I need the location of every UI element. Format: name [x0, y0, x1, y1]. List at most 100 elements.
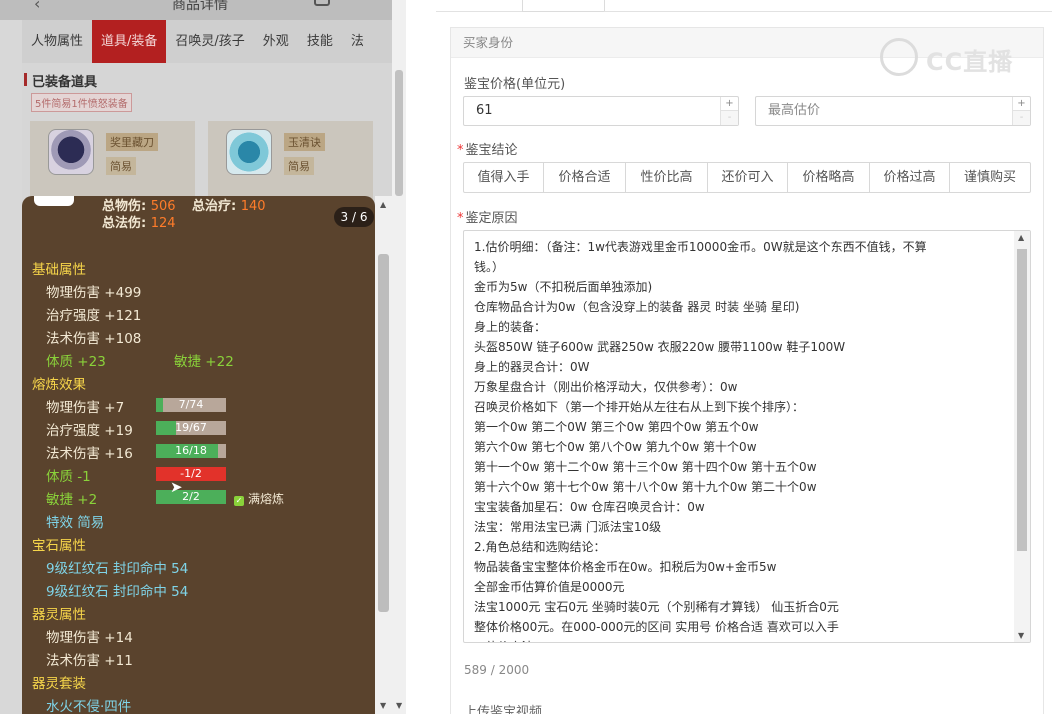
appraisal-form: 买家身份 鉴宝价格(单位元) 61 + - 最高估价 + - * 鉴宝结论 值得入…	[450, 27, 1044, 714]
necklace-icon	[226, 129, 272, 175]
refine-progress: 7/74	[156, 398, 226, 412]
equipment-tooltip: 总物伤: 506 总治疗: 140 总法伤: 124 3 / 6 基础属性 物理…	[22, 196, 375, 714]
page-indicator: 3 / 6	[334, 207, 374, 227]
tooltip-scrollbar[interactable]: ▲ ▼	[375, 196, 392, 714]
char-counter: 589 / 2000	[464, 663, 530, 677]
detail-title: 商品详情	[172, 0, 228, 13]
detail-header: ‹ 商品详情	[0, 0, 392, 20]
helmet-icon	[48, 129, 94, 175]
reason-line: 第一个0w 第二个0W 第三个0w 第四个0w 第五个0w	[474, 420, 759, 434]
equipment-card[interactable]: 玉清诀 简易	[208, 121, 373, 201]
refine-attr: 敏捷 +2	[46, 492, 98, 508]
chevron-left-icon[interactable]: ‹	[34, 0, 40, 13]
refine-attr: 法术伤害 +16	[46, 446, 133, 462]
tab-0[interactable]: 人物属性	[22, 20, 92, 63]
reason-line: 宝宝装备加星石：0w 仓库召唤灵合计：0w	[474, 500, 705, 514]
tab-3[interactable]: 外观	[254, 20, 298, 63]
scroll-down-icon[interactable]: ▼	[1018, 631, 1024, 640]
textarea-scrollbar[interactable]: ▲ ▼	[1014, 231, 1030, 642]
conclusion-option[interactable]: 价格过高	[870, 163, 950, 192]
equipment-grade: 简易	[284, 157, 314, 175]
price-value: 61	[476, 103, 493, 118]
refine-title: 熔炼效果	[32, 377, 86, 393]
base-attr: 法术伤害 +108	[46, 331, 142, 347]
watermark: CC直播	[880, 38, 1022, 76]
mouse-cursor-icon: ➤	[170, 478, 183, 496]
tab-active[interactable]	[522, 0, 605, 12]
reason-line: 召唤灵价格如下（第一个排开始从左往右从上到下挨个排序）：	[474, 400, 805, 414]
reason-line: 法宝：常用法宝已满 门派法宝10级	[474, 520, 662, 534]
increment-icon[interactable]: +	[1013, 97, 1030, 111]
tab-4[interactable]: 技能	[298, 20, 342, 63]
base-attr-constitution: 体质 +23	[46, 354, 106, 370]
conclusion-option[interactable]: 性价比高	[626, 163, 708, 192]
conclusion-option[interactable]: 值得入手	[464, 163, 544, 192]
tab-2[interactable]: 召唤灵/孩子	[166, 20, 253, 63]
decrement-icon[interactable]: -	[721, 111, 738, 125]
conclusion-option[interactable]: 价格略高	[788, 163, 870, 192]
page-scrollbar[interactable]: ▼	[392, 0, 406, 714]
base-attr-title: 基础属性	[32, 262, 86, 278]
equipment-name: 玉清诀	[284, 133, 325, 151]
refine-progress: -1/2	[156, 467, 226, 481]
decrement-icon[interactable]: -	[1013, 111, 1030, 125]
reason-textarea[interactable]: 1.估价明细：（备注：1w代表游戏里金币10000金币。0W就是这个东西不值钱，…	[463, 230, 1031, 643]
equipment-grade: 简易	[106, 157, 136, 175]
reason-line: 头盔850W 链子600w 武器250w 衣服220w 腰带1100w 鞋子10…	[474, 340, 846, 354]
reason-line: 身上的器灵合计：0W	[474, 360, 590, 374]
equipment-card[interactable]: 奖里藏刀 简易	[30, 121, 195, 201]
spirit-title: 器灵属性	[32, 607, 86, 623]
special-effect: 特效 简易	[46, 515, 105, 531]
scrollbar-thumb[interactable]	[395, 70, 403, 196]
spirit-set-value: 水火不侵·四件	[46, 699, 132, 714]
scroll-down-icon[interactable]: ▼	[380, 701, 386, 710]
reason-line: 物品装备宝宝整体价格金币在0w。扣税后为0w+金币5w	[474, 560, 777, 574]
reason-label: * 鉴定原因	[457, 211, 518, 226]
upload-video-label: 上传鉴宝视频	[464, 705, 543, 714]
scroll-up-icon[interactable]: ▲	[380, 200, 386, 209]
reason-line: 整体价格00元。在000-000元的区间 实用号 价格合适 喜欢可以入手	[474, 620, 839, 634]
price-stepper[interactable]: + -	[720, 97, 738, 125]
share-icon[interactable]	[314, 0, 330, 6]
watermark-logo-icon	[880, 38, 918, 76]
scroll-down-icon[interactable]: ▼	[396, 701, 402, 710]
conclusion-option[interactable]: 谨慎购买	[950, 163, 1030, 192]
conclusion-label: * 鉴宝结论	[457, 143, 518, 158]
tab-1[interactable]: 道具/装备	[92, 20, 167, 63]
spirit-attr: 法术伤害 +11	[46, 653, 133, 669]
tab-5[interactable]: 法	[342, 20, 373, 63]
equipment-name: 奖里藏刀	[106, 133, 158, 151]
conclusion-option[interactable]: 价格合适	[544, 163, 626, 192]
reason-line: 全部金币估算价值是0000元	[474, 580, 625, 594]
refine-progress: 19/67	[156, 421, 226, 435]
refine-progress: 2/2	[156, 490, 226, 504]
appraisal-panel: 买家身份 鉴宝价格(单位元) 61 + - 最高估价 + - * 鉴宝结论 值得入…	[436, 0, 1052, 714]
refine-attr: 治疗强度 +19	[46, 423, 133, 439]
full-refine-flag: ✓ 满熔炼	[234, 492, 285, 506]
reason-line: 第六个0w 第七个0w 第八个0w 第九个0w 第十个0w	[474, 440, 757, 454]
scrollbar-thumb[interactable]	[1017, 249, 1027, 551]
conclusion-options: 值得入手 价格合适 性价比高 还价可入 价格略高 价格过高 谨慎购买	[463, 162, 1031, 193]
reason-line: 3.估价方法：	[474, 637, 1012, 642]
increment-icon[interactable]: +	[721, 97, 738, 111]
reason-line: 法宝1000元 宝石0元 坐骑时装0元（个别稀有才算钱） 仙玉折合0元	[474, 600, 839, 614]
reason-line: 第十一个0w 第十二个0w 第十三个0w 第十四个0w 第十五个0w	[474, 460, 817, 474]
scrollbar-thumb[interactable]	[378, 254, 389, 612]
max-price-input[interactable]: 最高估价 + -	[755, 96, 1031, 126]
reason-line: 1.估价明细：（备注：1w代表游戏里金币10000金币。0W就是这个东西不值钱，…	[474, 240, 927, 254]
max-price-stepper[interactable]: + -	[1012, 97, 1030, 125]
refine-progress: 16/18	[156, 444, 226, 458]
base-attr-agility: 敏捷 +22	[174, 354, 234, 370]
scroll-up-icon[interactable]: ▲	[1018, 233, 1024, 242]
reason-line: 万象星盘合计（刚出价格浮动大，仅供参考）：0w	[474, 380, 738, 394]
conclusion-option[interactable]: 还价可入	[708, 163, 788, 192]
total-magic-damage: 总法伤: 124	[102, 216, 176, 231]
price-input[interactable]: 61 + -	[463, 96, 739, 126]
reason-line: 身上的装备：	[474, 320, 547, 334]
base-attr: 治疗强度 +121	[46, 308, 142, 324]
equipped-badge: 5件简易1件愤怒装备	[31, 93, 132, 112]
gem-title: 宝石属性	[32, 538, 86, 554]
reason-line: 第十六个0w 第十七个0w 第十八个0w 第十九个0w 第二十个0w	[474, 480, 817, 494]
item-thumbnail	[34, 196, 74, 206]
reason-text: 1.估价明细：（备注：1w代表游戏里金币10000金币。0W就是这个东西不值钱，…	[474, 237, 1012, 642]
